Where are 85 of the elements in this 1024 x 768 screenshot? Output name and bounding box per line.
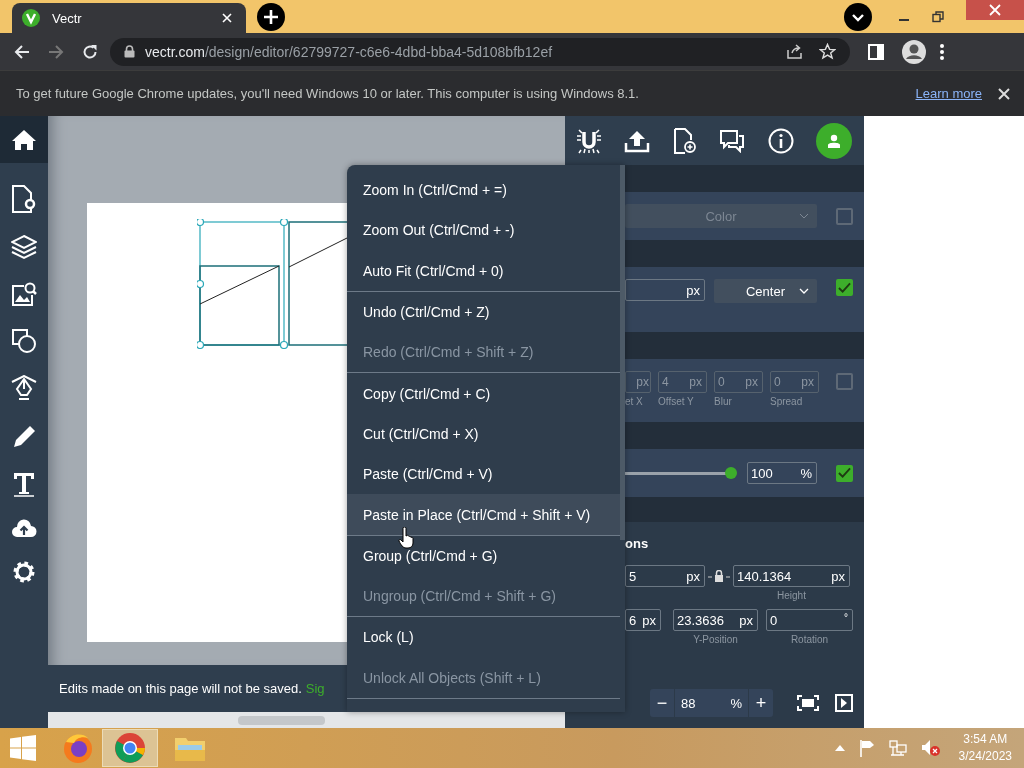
chat-icon[interactable] bbox=[719, 128, 746, 153]
panel-toggle-icon[interactable] bbox=[835, 694, 853, 712]
layers-icon[interactable] bbox=[11, 234, 37, 260]
chrome-taskbar-button[interactable] bbox=[102, 729, 158, 767]
zoom-in-button[interactable]: + bbox=[749, 689, 773, 717]
image-search-icon[interactable] bbox=[11, 281, 37, 307]
field-label: Spread bbox=[770, 396, 804, 407]
menu-item[interactable]: Paste (Ctrl/Cmd + V) bbox=[347, 454, 620, 495]
forward-arrow-icon[interactable] bbox=[48, 43, 64, 60]
profile-icon[interactable] bbox=[902, 39, 926, 64]
field-label: Rotation bbox=[790, 634, 829, 645]
chrome-icon bbox=[114, 732, 146, 764]
learn-more-link[interactable]: Learn more bbox=[915, 86, 982, 101]
sign-in-link[interactable]: Sig bbox=[305, 681, 325, 696]
close-window-button[interactable] bbox=[966, 0, 1024, 20]
width-field[interactable]: 5 px bbox=[625, 565, 705, 587]
padlock-icon bbox=[124, 45, 135, 58]
cloud-upload-icon[interactable] bbox=[11, 518, 37, 538]
firefox-icon[interactable] bbox=[62, 732, 94, 764]
fit-screen-icon[interactable] bbox=[797, 695, 819, 711]
page-settings-icon[interactable] bbox=[11, 185, 37, 213]
reload-icon[interactable] bbox=[82, 43, 98, 60]
pencil-icon[interactable] bbox=[11, 424, 37, 450]
new-document-icon[interactable] bbox=[672, 127, 697, 154]
menu-item[interactable]: Cut (Ctrl/Cmd + X) bbox=[347, 413, 620, 455]
close-icon[interactable] bbox=[998, 87, 1010, 100]
lock-icon[interactable] bbox=[708, 570, 730, 582]
chevron-down-icon bbox=[799, 288, 809, 294]
rotation-field[interactable]: 0 ° bbox=[766, 609, 853, 631]
menu-item[interactable]: Undo (Ctrl/Cmd + Z) bbox=[347, 291, 620, 333]
back-arrow-icon[interactable] bbox=[14, 43, 30, 60]
address-field[interactable]: vectr.com/design/editor/62799727-c6e6-4dbd-bba4-5d108bfb12ef bbox=[110, 37, 850, 66]
menu-item[interactable]: Zoom In (Ctrl/Cmd + =) bbox=[347, 170, 620, 211]
zoom-out-button[interactable]: − bbox=[650, 689, 674, 717]
menu-item[interactable]: Copy (Ctrl/Cmd + C) bbox=[347, 373, 620, 414]
menu-item[interactable]: Group (Ctrl/Cmd + G) bbox=[347, 535, 620, 576]
info-icon[interactable] bbox=[767, 127, 794, 154]
restore-icon[interactable] bbox=[932, 10, 944, 23]
share-icon[interactable] bbox=[786, 44, 803, 59]
star-icon[interactable] bbox=[819, 43, 836, 60]
opacity-field[interactable]: 100 % bbox=[747, 462, 817, 484]
shapes-icon[interactable] bbox=[11, 328, 37, 354]
settings-icon[interactable] bbox=[11, 559, 37, 585]
menu-item[interactable]: Paste in Place (Ctrl/Cmd + Shift + V) bbox=[347, 494, 620, 535]
zoom-field[interactable]: 88 % bbox=[674, 689, 749, 717]
y-position-field[interactable]: 23.3636 px bbox=[673, 609, 758, 631]
hand-cursor-icon bbox=[398, 527, 414, 549]
side-panel-icon[interactable] bbox=[868, 43, 884, 60]
browser-tab[interactable]: Vectr bbox=[12, 3, 246, 33]
checkbox[interactable] bbox=[836, 279, 853, 296]
close-icon bbox=[989, 4, 1001, 16]
checkbox[interactable] bbox=[836, 207, 853, 225]
text-tool-icon[interactable] bbox=[12, 471, 36, 497]
checkbox[interactable] bbox=[836, 464, 853, 482]
account-button[interactable] bbox=[815, 122, 852, 159]
muted-speaker-icon[interactable] bbox=[920, 739, 941, 757]
section-title: ons bbox=[625, 536, 650, 551]
stroke-width-field[interactable]: px bbox=[625, 279, 705, 301]
tab-title: Vectr bbox=[52, 10, 83, 26]
upload-icon[interactable] bbox=[624, 128, 651, 153]
chevron-down-icon bbox=[799, 213, 809, 219]
windows-start-icon[interactable] bbox=[10, 735, 36, 761]
stroke-align-dropdown[interactable]: Center bbox=[714, 279, 817, 303]
person-icon bbox=[826, 133, 841, 148]
field-label: et X bbox=[625, 396, 644, 407]
menu-item[interactable]: Zoom Out (Ctrl/Cmd + -) bbox=[347, 210, 620, 251]
plus-icon[interactable] bbox=[257, 2, 285, 31]
menu-item[interactable]: Auto Fit (Ctrl/Cmd + 0) bbox=[347, 250, 620, 291]
chevron-down-icon[interactable] bbox=[844, 2, 872, 31]
field-label: Y-Position bbox=[693, 634, 738, 645]
height-field[interactable]: 140.1364 px bbox=[733, 565, 850, 587]
menu-item[interactable]: Lock (L) bbox=[347, 617, 620, 658]
update-notice: To get future Google Chrome updates, you'll need Windows 10 or later. This computer is using Windows 8.1. bbox=[16, 86, 639, 101]
checkbox[interactable] bbox=[836, 373, 853, 390]
field-label: Offset Y bbox=[658, 396, 695, 407]
v-logo-icon bbox=[22, 9, 40, 27]
field-label: Height bbox=[777, 590, 806, 601]
field-label: Blur bbox=[714, 396, 733, 407]
pen-tool-icon[interactable] bbox=[11, 375, 37, 403]
magnet-icon[interactable] bbox=[576, 127, 602, 154]
more-menu-icon[interactable] bbox=[940, 43, 944, 60]
home-button[interactable] bbox=[0, 116, 48, 163]
scrollbar-thumb[interactable] bbox=[238, 715, 325, 725]
home-icon bbox=[11, 128, 37, 151]
unsaved-notice: Edits made on this page will not be saved. bbox=[59, 681, 302, 696]
